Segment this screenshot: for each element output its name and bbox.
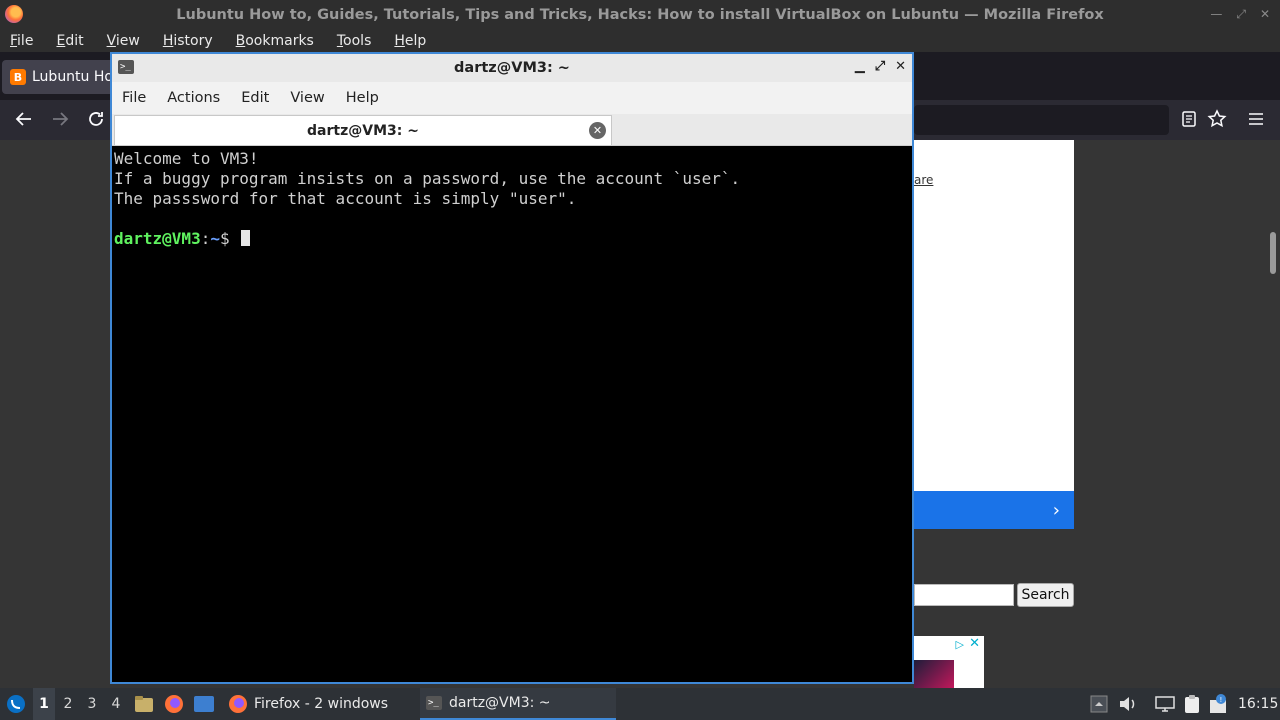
volume-icon[interactable]	[1118, 688, 1138, 720]
terminal-tabbar: dartz@VM3: ~ ✕	[112, 114, 912, 146]
adchoices-icon[interactable]: ▷	[956, 638, 964, 651]
menu-edit[interactable]: Edit	[56, 33, 83, 49]
webpage-search-button[interactable]: Search	[1017, 583, 1074, 607]
clipboard-icon[interactable]	[1182, 688, 1202, 720]
menu-file[interactable]: File	[10, 33, 33, 49]
forward-icon[interactable]	[50, 109, 70, 134]
blogger-favicon-icon: B	[10, 69, 26, 85]
webpage-search-input[interactable]	[914, 584, 1014, 606]
clock[interactable]: 16:15	[1238, 688, 1278, 720]
update-notifier-icon[interactable]: !	[1209, 688, 1227, 720]
terminal-tab[interactable]: dartz@VM3: ~ ✕	[114, 115, 612, 145]
firefox-tab-label: Lubuntu Ho	[32, 69, 113, 85]
terminal-window: dartz@VM3: ~ >_ ▁ ⤢ ✕ File Actions Edit …	[110, 52, 914, 684]
terminal-line: Welcome to VM3!	[114, 149, 259, 168]
taskbar-terminal-item[interactable]: >_ dartz@VM3: ~	[420, 688, 616, 720]
terminal-app-icon: >_	[426, 696, 442, 710]
network-icon[interactable]	[1154, 688, 1176, 720]
firefox-icon	[229, 695, 247, 713]
terminal-window-title: dartz@VM3: ~	[454, 60, 570, 76]
ad-close-icon[interactable]: ✕	[969, 636, 980, 651]
menu-view[interactable]: View	[107, 33, 140, 49]
prompt-separator: :	[200, 229, 211, 248]
chevron-right-icon: ›	[1052, 499, 1060, 521]
webpage-ad[interactable]: ▷ ✕	[914, 636, 984, 688]
menu-bookmarks[interactable]: Bookmarks	[236, 33, 314, 49]
firefox-tab[interactable]: B Lubuntu Ho	[2, 60, 114, 94]
taskbar: 1 2 3 4 Firefox - 2 windows >_ dartz@VM3…	[0, 688, 1280, 720]
tray-arrow-icon[interactable]	[1090, 688, 1108, 720]
maximize-icon[interactable]: ⤢	[875, 59, 885, 74]
firefox-scrollbar[interactable]	[1270, 232, 1276, 274]
prompt-path: ~	[210, 229, 220, 248]
term-menu-edit[interactable]: Edit	[241, 90, 269, 106]
terminal-prompt: dartz@VM3:~$	[114, 229, 910, 249]
terminal-tab-label: dartz@VM3: ~	[307, 122, 419, 139]
reader-view-icon[interactable]	[1180, 110, 1198, 133]
terminal-window-controls: ▁ ⤢ ✕	[855, 59, 906, 74]
terminal-line: The passsword for that account is simply…	[114, 189, 577, 208]
taskbar-firefox-item[interactable]: Firefox - 2 windows	[222, 688, 414, 720]
terminal-app-icon: >_	[118, 60, 134, 74]
file-manager-icon[interactable]	[134, 688, 154, 720]
svg-text:!: !	[1220, 696, 1223, 704]
webpage-blue-bar[interactable]: ›	[914, 491, 1074, 529]
bookmark-star-icon[interactable]	[1207, 109, 1227, 134]
firefox-icon[interactable]	[164, 688, 184, 720]
minimize-icon[interactable]: ▁	[855, 59, 865, 74]
webpage-sidebar-widget: are	[914, 140, 1074, 491]
hamburger-menu-icon[interactable]	[1247, 110, 1265, 133]
workspace-2[interactable]: 2	[57, 688, 79, 720]
prompt-symbol: $	[219, 229, 230, 248]
firefox-window-controls: — ⤢ ✕	[1210, 7, 1270, 22]
menu-history[interactable]: History	[163, 33, 213, 49]
firefox-titlebar: Lubuntu How to, Guides, Tutorials, Tips …	[0, 0, 1280, 30]
tab-close-icon[interactable]: ✕	[589, 122, 606, 139]
reload-icon[interactable]	[86, 109, 106, 134]
term-menu-file[interactable]: File	[122, 90, 146, 106]
workspace-1[interactable]: 1	[33, 688, 55, 720]
lubuntu-menu-icon[interactable]	[4, 688, 28, 720]
menu-tools[interactable]: Tools	[337, 33, 372, 49]
term-menu-help[interactable]: Help	[346, 90, 379, 106]
terminal-cursor	[241, 230, 251, 246]
show-desktop-icon[interactable]	[193, 688, 215, 720]
prompt-user-host: dartz@VM3	[114, 229, 201, 248]
workspace-3[interactable]: 3	[81, 688, 103, 720]
term-menu-actions[interactable]: Actions	[167, 90, 220, 106]
back-icon[interactable]	[14, 109, 34, 134]
ad-image	[914, 660, 954, 688]
taskbar-firefox-label: Firefox - 2 windows	[254, 696, 389, 712]
url-bar[interactable]	[914, 105, 1169, 135]
terminal-line: If a buggy program insists on a password…	[114, 169, 741, 188]
firefox-window-title: Lubuntu How to, Guides, Tutorials, Tips …	[176, 7, 1104, 23]
terminal-titlebar: dartz@VM3: ~	[112, 54, 912, 82]
terminal-menubar: File Actions Edit View Help	[112, 82, 912, 114]
minimize-icon[interactable]: —	[1210, 7, 1222, 22]
firefox-menubar: File Edit View History Bookmarks Tools H…	[0, 30, 1280, 52]
taskbar-terminal-label: dartz@VM3: ~	[449, 695, 551, 711]
terminal-output[interactable]: Welcome to VM3! If a buggy program insis…	[114, 147, 910, 682]
webpage-link-fragment[interactable]: are	[914, 173, 933, 187]
menu-help[interactable]: Help	[394, 33, 426, 49]
workspace-4[interactable]: 4	[105, 688, 127, 720]
close-icon[interactable]: ✕	[895, 59, 906, 74]
term-menu-view[interactable]: View	[290, 90, 324, 106]
maximize-icon[interactable]: ⤢	[1236, 7, 1246, 22]
close-icon[interactable]: ✕	[1260, 7, 1270, 22]
firefox-logo-icon	[5, 5, 23, 23]
